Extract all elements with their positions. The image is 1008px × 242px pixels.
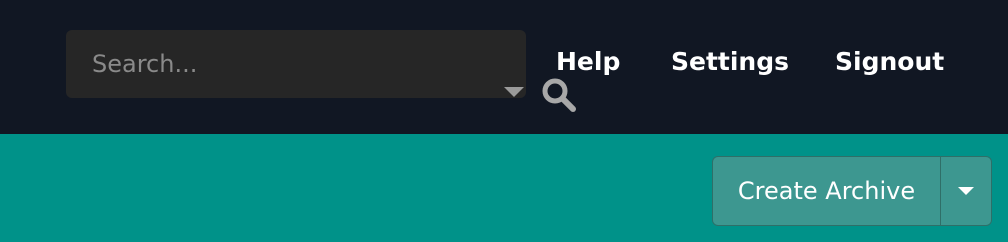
caret-down-icon (958, 187, 974, 195)
create-archive-menu-toggle[interactable] (941, 157, 991, 225)
search-box[interactable] (66, 30, 576, 112)
nav-settings-link[interactable]: Settings (671, 44, 789, 80)
nav-signout-link[interactable]: Signout (835, 44, 944, 80)
search-icon[interactable] (540, 76, 578, 114)
top-navigation-bar: Help Settings Signout (0, 0, 1008, 134)
search-dropdown-caret-icon[interactable] (504, 87, 524, 97)
create-archive-button[interactable]: Create Archive (713, 157, 941, 225)
create-archive-button-group: Create Archive (712, 156, 992, 226)
search-input[interactable] (66, 30, 426, 98)
nav-help-link[interactable]: Help (556, 44, 620, 80)
